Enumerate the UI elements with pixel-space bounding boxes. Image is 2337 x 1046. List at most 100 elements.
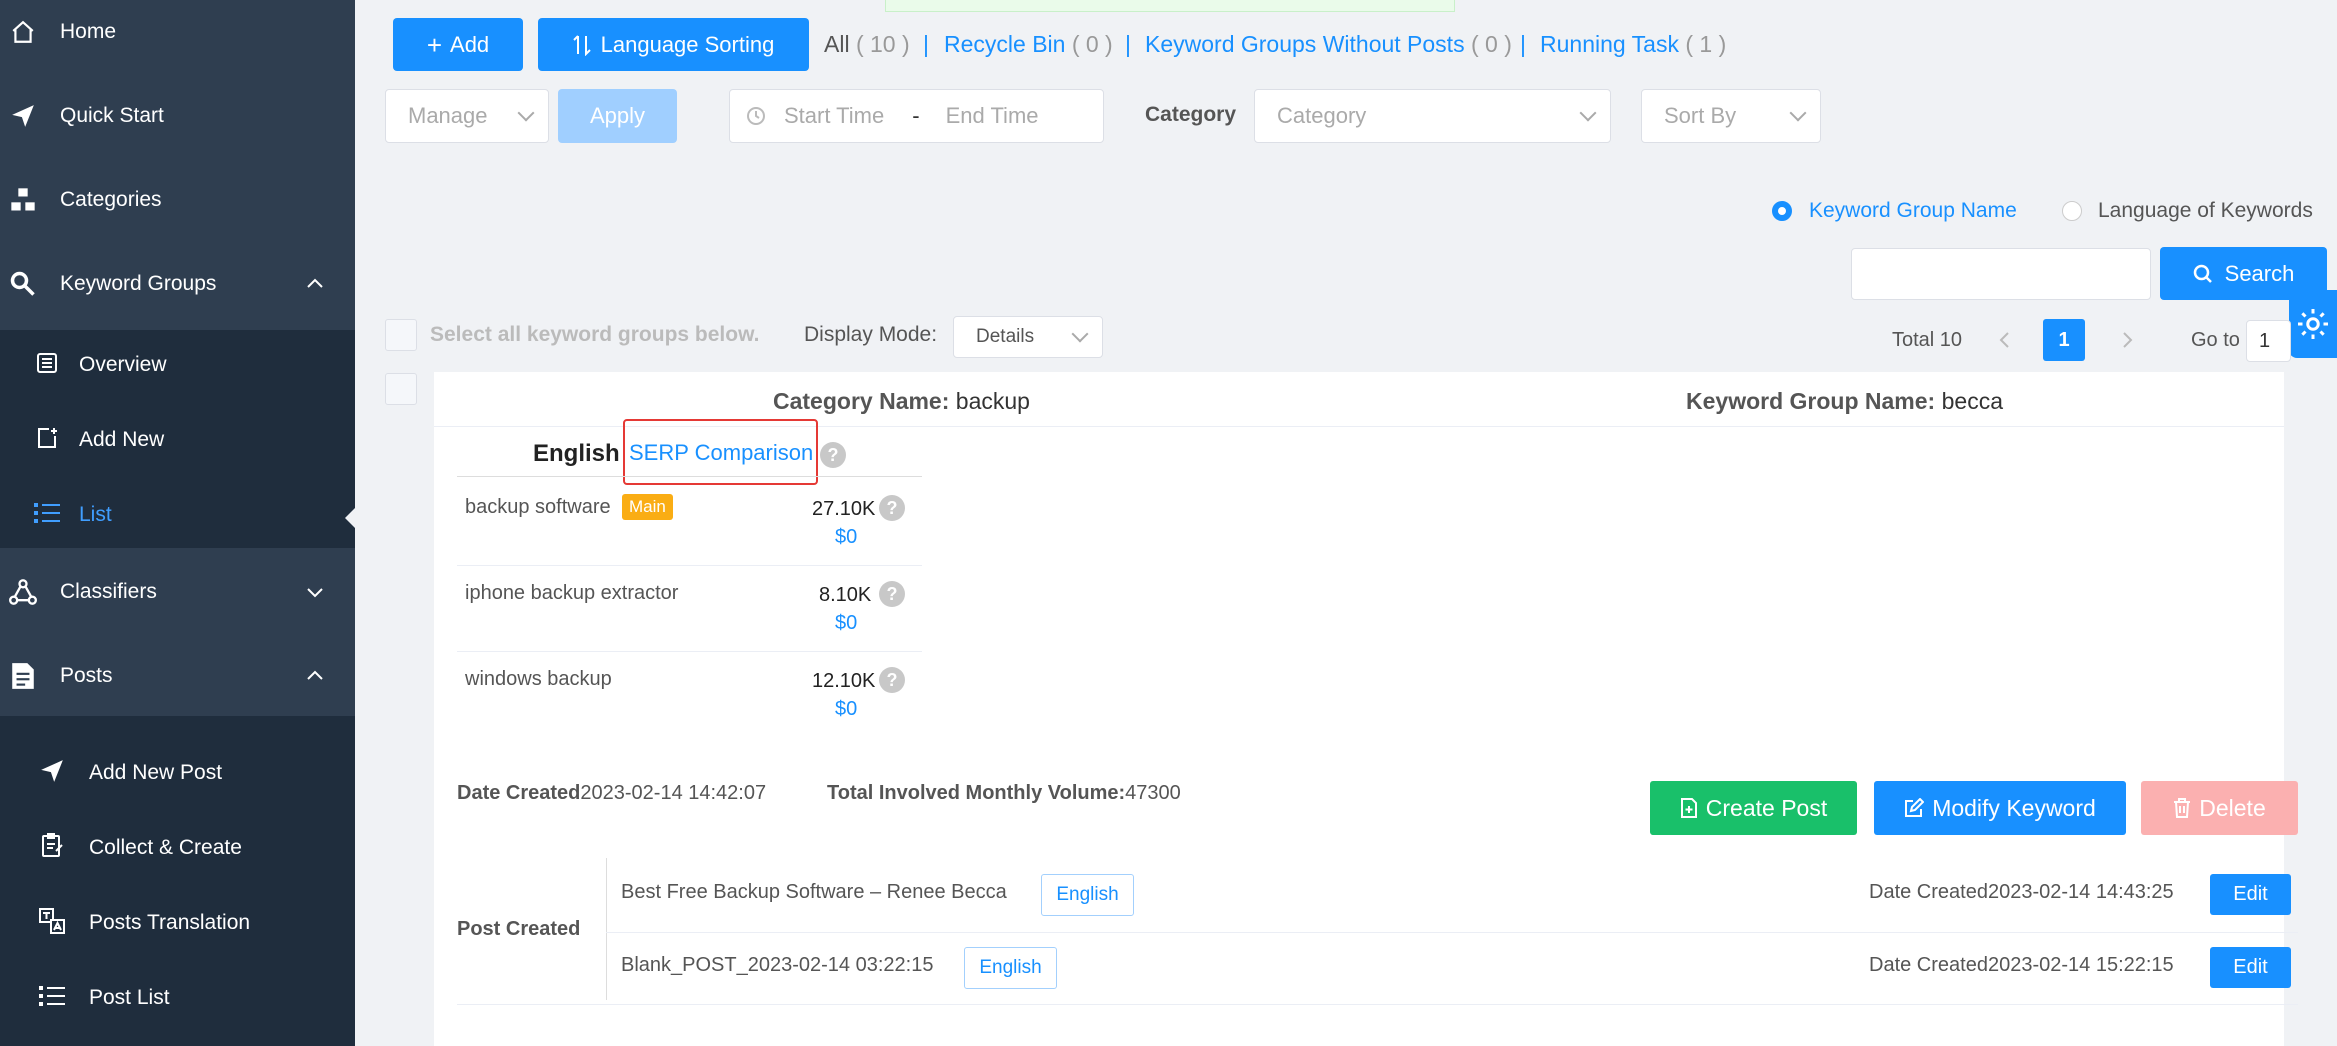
post-title[interactable]: Best Free Backup Software – Renee Becca [621, 881, 1007, 904]
divider [457, 476, 922, 477]
sidebar-item-keyword-groups[interactable]: Keyword Groups [0, 264, 355, 304]
chevron-down-icon [517, 104, 535, 122]
category-label: Category [1145, 103, 1237, 126]
hierarchy-icon [8, 185, 38, 215]
keyword-volume: 12.10K [812, 670, 876, 692]
radio-language-of-keywords-label[interactable]: Language of Keywords [2098, 199, 2313, 223]
serp-comparison-link[interactable]: SERP Comparison [629, 440, 813, 466]
sidebar-item-post-list[interactable]: Post List [0, 981, 355, 1021]
radio-language-of-keywords[interactable] [2062, 201, 2082, 221]
divider [457, 565, 922, 566]
prev-page-button[interactable] [1984, 319, 2026, 361]
sidebar-item-classifiers[interactable]: Classifiers [0, 572, 355, 612]
sidebar-item-collect-create[interactable]: Collect & Create [0, 831, 355, 871]
document-icon [8, 661, 38, 691]
question-icon[interactable]: ? [879, 667, 905, 693]
goto-page-input[interactable]: 1 [2246, 320, 2291, 362]
list-box-icon [32, 348, 62, 378]
sidebar-item-add-new[interactable]: Add New [0, 423, 355, 463]
edit-icon [1905, 798, 1925, 817]
question-icon[interactable]: ? [820, 442, 846, 468]
network-icon [8, 577, 38, 607]
chevron-right-icon [2123, 332, 2133, 348]
question-icon[interactable]: ? [879, 581, 905, 607]
main-badge: Main [622, 494, 673, 520]
edit-post-button[interactable]: Edit [2210, 874, 2291, 915]
chevron-down-icon [1789, 104, 1807, 122]
sidebar-item-categories[interactable]: Categories [0, 180, 355, 220]
sort-by-select[interactable]: Sort By [1641, 89, 1821, 143]
language-heading: English [533, 440, 620, 467]
sidebar-item-home[interactable]: Home [0, 12, 355, 52]
keyword-groups-submenu: Overview Add New List [0, 330, 355, 548]
gear-icon [2298, 309, 2328, 339]
sidebar-item-overview[interactable]: Overview [0, 348, 355, 388]
category-name: Category Name: backup [773, 388, 1030, 414]
date-range-picker[interactable]: Start Time - End Time [729, 89, 1104, 143]
active-indicator [345, 508, 355, 528]
display-mode-label: Display Mode: [804, 323, 938, 346]
edit-post-button[interactable]: Edit [2210, 947, 2291, 988]
post-title[interactable]: Blank_POST_2023-02-14 03:22:15 [621, 954, 933, 977]
next-page-button[interactable] [2106, 319, 2148, 361]
sidebar-item-label: Keyword Groups [60, 272, 217, 295]
keyword-name: backup software [465, 496, 611, 518]
keyword-volume: 27.10K [812, 498, 876, 520]
sidebar-item-label: Post List [89, 986, 170, 1009]
sidebar-item-label: Posts [60, 664, 113, 687]
filter-running-task[interactable]: Running Task ( 1 ) [1540, 31, 1726, 58]
filter-all[interactable]: All ( 10 ) [824, 31, 910, 58]
settings-tab[interactable] [2289, 290, 2337, 358]
filter-recycle-bin[interactable]: Recycle Bin ( 0 ) [944, 31, 1113, 58]
clipboard-edit-icon [37, 831, 67, 861]
modify-keyword-button[interactable]: Modify Keyword [1874, 781, 2126, 835]
sort-icon [572, 34, 591, 56]
chevron-up-icon [307, 670, 323, 680]
search-input[interactable] [1851, 248, 2151, 300]
list-icon [32, 498, 62, 528]
translate-icon [37, 906, 67, 936]
filter-without-posts[interactable]: Keyword Groups Without Posts ( 0 ) [1145, 31, 1512, 58]
total-count: Total 10 [1892, 329, 1963, 351]
date-created: Date Created2023-02-14 14:42:07 [457, 782, 767, 804]
keyword-volume: 8.10K [819, 584, 872, 606]
separator: | [923, 31, 929, 57]
group-checkbox[interactable] [385, 373, 417, 405]
question-icon[interactable]: ? [879, 495, 905, 521]
create-post-button[interactable]: Create Post [1650, 781, 1857, 835]
post-date: Date Created2023-02-14 14:43:25 [1869, 881, 2174, 903]
start-time-input[interactable]: Start Time [784, 103, 884, 129]
trash-icon [2174, 798, 2191, 818]
apply-button[interactable]: Apply [558, 89, 677, 143]
select-all-checkbox[interactable] [385, 319, 417, 351]
keyword-group-name: Keyword Group Name: becca [1686, 388, 2003, 414]
posts-submenu: Add New Post Collect & Create Posts Tran… [0, 716, 355, 1046]
sidebar-item-posts-translation[interactable]: Posts Translation [0, 906, 355, 946]
add-button[interactable]: + Add [393, 18, 523, 71]
category-select[interactable]: Category [1254, 89, 1611, 143]
sidebar-item-label: Overview [79, 353, 167, 376]
post-language-tag: English [1041, 874, 1134, 916]
notice-strip [885, 0, 1455, 12]
sidebar-item-posts[interactable]: Posts [0, 656, 355, 696]
sidebar-item-label: Categories [60, 188, 162, 211]
delete-button[interactable]: Delete [2141, 781, 2298, 835]
paper-plane-icon [37, 756, 67, 786]
total-monthly-volume: Total Involved Monthly Volume:47300 [827, 782, 1181, 804]
sidebar-item-label: Collect & Create [89, 836, 242, 859]
keyword-cpc: $0 [835, 612, 858, 634]
radio-keyword-group-name-label[interactable]: Keyword Group Name [1809, 199, 2017, 223]
post-date: Date Created2023-02-14 15:22:15 [1869, 954, 2174, 976]
end-time-input[interactable]: End Time [946, 103, 1039, 129]
language-sorting-button[interactable]: Language Sorting [538, 18, 809, 71]
sidebar: Home Quick Start Categories Keyword Grou… [0, 0, 355, 1046]
page-1-button[interactable]: 1 [2043, 319, 2085, 361]
manage-select[interactable]: Manage [385, 89, 549, 143]
sidebar-item-add-new-post[interactable]: Add New Post [0, 756, 355, 796]
sidebar-item-quick-start[interactable]: Quick Start [0, 96, 355, 136]
display-mode-select[interactable]: Details [953, 316, 1103, 358]
sidebar-item-label: Add New Post [89, 761, 223, 784]
sidebar-item-list[interactable]: List [0, 498, 355, 538]
keyword-cpc: $0 [835, 698, 858, 720]
radio-keyword-group-name[interactable] [1772, 201, 1792, 221]
